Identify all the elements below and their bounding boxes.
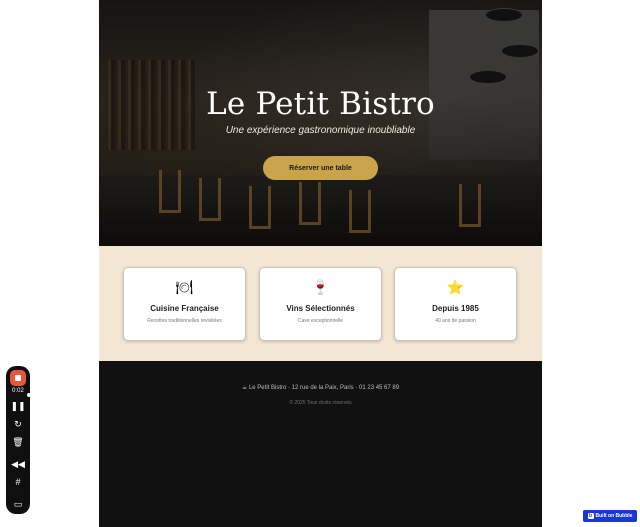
reserve-table-button[interactable]: Réserver une table [263, 156, 378, 180]
bubble-logo-icon: b [587, 512, 594, 519]
feature-description: Cave exceptionnelle [297, 318, 344, 324]
stop-recording-button[interactable] [10, 370, 26, 386]
pause-icon[interactable]: ❚❚ [10, 399, 26, 413]
trash-icon[interactable]: 🗑 [10, 435, 26, 449]
feature-card-wines: 🍷 Vins Sélectionnés Cave exceptionnelle [259, 267, 382, 341]
plate-cutlery-icon: 🍽 [175, 279, 194, 295]
site-footer: ☕ Le Petit Bistro · 12 rue de la Paix, P… [99, 361, 542, 527]
feature-title: Depuis 1985 [432, 304, 479, 313]
restart-icon[interactable]: ↻ [10, 417, 26, 431]
footer-copyright: © 2025 Tous droits réservés [289, 400, 352, 406]
hero-overlay [99, 0, 542, 246]
feature-title: Cuisine Française [150, 304, 219, 313]
wine-glass-icon: 🍷 [311, 279, 330, 295]
hero-subtitle: Une expérience gastronomique inoubliable [225, 125, 416, 136]
toolbar-handle[interactable] [27, 393, 31, 397]
feature-card-since: ⭐ Depuis 1985 40 ans de passion [394, 267, 517, 341]
features-section: 🍽 Cuisine Française Recettes traditionne… [99, 246, 542, 361]
rewind-icon[interactable]: ◀◀ [10, 457, 26, 471]
badge-label: Built on Bubble [595, 513, 633, 519]
feature-description: 40 ans de passion [435, 318, 476, 324]
hero-title: Le Petit Bistro [206, 86, 435, 122]
camera-icon[interactable]: ▭ [10, 497, 26, 511]
grid-icon[interactable]: # [10, 475, 26, 489]
landing-page: Le Petit Bistro Une expérience gastronom… [99, 0, 542, 527]
star-icon: ⭐ [446, 279, 465, 295]
built-on-bubble-badge[interactable]: b Built on Bubble [583, 510, 637, 522]
hero-section: Le Petit Bistro Une expérience gastronom… [99, 0, 542, 246]
feature-card-cuisine: 🍽 Cuisine Française Recettes traditionne… [123, 267, 246, 341]
feature-description: Recettes traditionnelles revisitées [147, 318, 222, 324]
screen-recorder-toolbar: 0:02 ❚❚ ↻ 🗑 ◀◀ # ▭ [6, 366, 30, 514]
feature-title: Vins Sélectionnés [286, 304, 355, 313]
footer-address: ☕ Le Petit Bistro · 12 rue de la Paix, P… [241, 385, 400, 391]
